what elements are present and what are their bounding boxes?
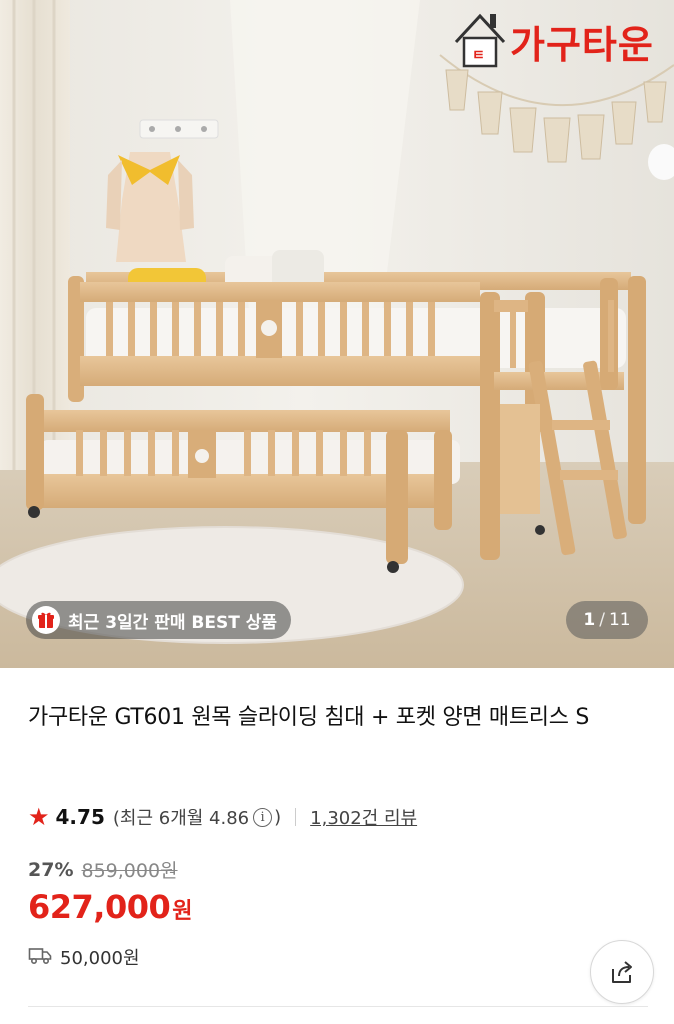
share-button[interactable] xyxy=(590,940,654,1004)
product-title: 가구타운 GT601 원목 슬라이딩 침대 + 포켓 양면 매트리스 S xyxy=(28,705,590,730)
recent-rating-close: ) xyxy=(274,806,282,828)
total-image-count: 11 xyxy=(608,610,631,630)
page-separator: / xyxy=(599,610,605,630)
review-count-link[interactable]: 1,302건 리뷰 xyxy=(310,804,417,830)
rating-divider xyxy=(295,808,297,826)
sale-price-value: 627,000 xyxy=(28,888,171,926)
svg-text:ㅌ: ㅌ xyxy=(472,48,485,64)
star-icon: ★ xyxy=(28,803,50,831)
best-seller-badge-label: 최근 3일간 판매 BEST 상품 xyxy=(68,612,278,633)
recent-rating: (최근 6개월 4.86 i ) xyxy=(113,804,281,830)
sale-price: 627,000 원 xyxy=(28,888,193,926)
share-icon xyxy=(612,961,632,983)
current-image-index: 1 xyxy=(583,610,596,630)
brand-name: 가구타운 xyxy=(510,23,654,67)
gift-icon xyxy=(32,606,60,634)
product-image-carousel[interactable]: ㅌ 가구타운 최근 3일간 판매 BEST 상품 1 / 11 xyxy=(0,0,674,668)
product-photo xyxy=(0,0,674,668)
best-seller-badge: 최근 3일간 판매 BEST 상품 xyxy=(26,601,292,639)
truck-icon xyxy=(28,945,52,970)
discount-rate: 27% xyxy=(28,858,74,881)
original-price: 859,000원 xyxy=(81,860,178,882)
recent-rating-label: (최근 6개월 4.86 xyxy=(112,808,250,829)
sale-price-unit: 원 xyxy=(172,899,193,924)
rating-score: 4.75 xyxy=(55,805,105,829)
info-icon[interactable]: i xyxy=(253,807,273,827)
shipping-fee: 50,000원 xyxy=(60,948,140,969)
discount-row: 27% 859,000원 xyxy=(28,856,178,883)
shipping-fee-row: 50,000원 xyxy=(28,944,140,970)
rating-row: ★ 4.75 (최근 6개월 4.86 i ) 1,302건 리뷰 xyxy=(28,800,417,834)
image-page-counter: 1 / 11 xyxy=(566,601,648,639)
section-divider xyxy=(28,1006,648,1007)
